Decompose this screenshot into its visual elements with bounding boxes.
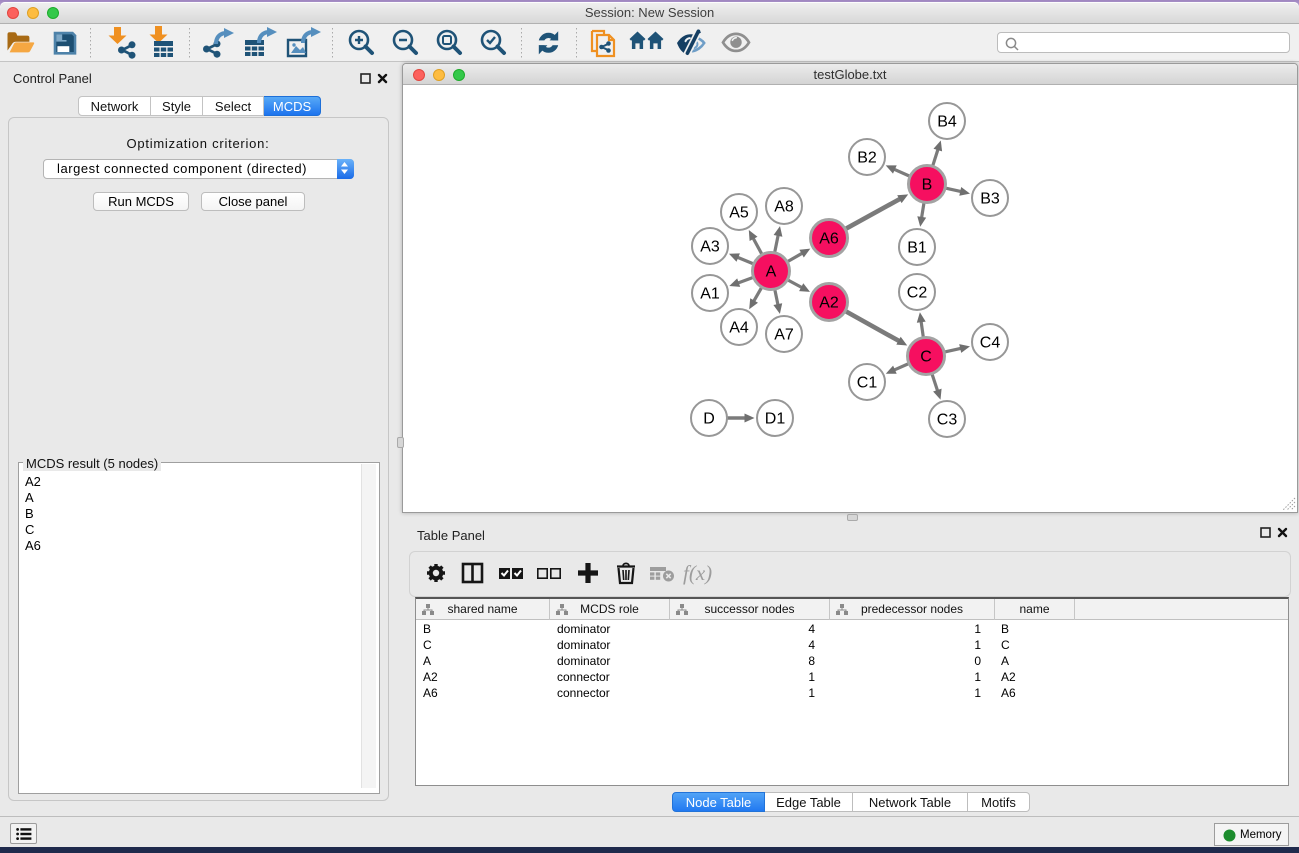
svg-text:A: A (766, 264, 777, 281)
svg-text:A4: A4 (729, 320, 749, 337)
svg-text:A6: A6 (819, 231, 839, 248)
svg-text:A7: A7 (774, 327, 794, 344)
svg-text:C1: C1 (857, 375, 878, 392)
svg-text:A2: A2 (819, 295, 839, 312)
svg-text:A3: A3 (700, 239, 720, 256)
svg-text:B1: B1 (907, 240, 927, 257)
svg-text:D1: D1 (765, 411, 786, 428)
svg-text:A8: A8 (774, 199, 794, 216)
svg-text:C4: C4 (980, 335, 1001, 352)
svg-text:B2: B2 (857, 150, 877, 167)
svg-text:A5: A5 (729, 205, 749, 222)
svg-text:A1: A1 (700, 286, 720, 303)
svg-text:C: C (920, 349, 932, 366)
svg-text:D: D (703, 411, 715, 428)
svg-text:f(x): f(x) (683, 561, 712, 585)
svg-text:C2: C2 (907, 285, 928, 302)
svg-text:B: B (922, 177, 933, 194)
svg-text:B4: B4 (937, 114, 957, 131)
svg-text:C3: C3 (937, 412, 958, 429)
svg-text:B3: B3 (980, 191, 1000, 208)
